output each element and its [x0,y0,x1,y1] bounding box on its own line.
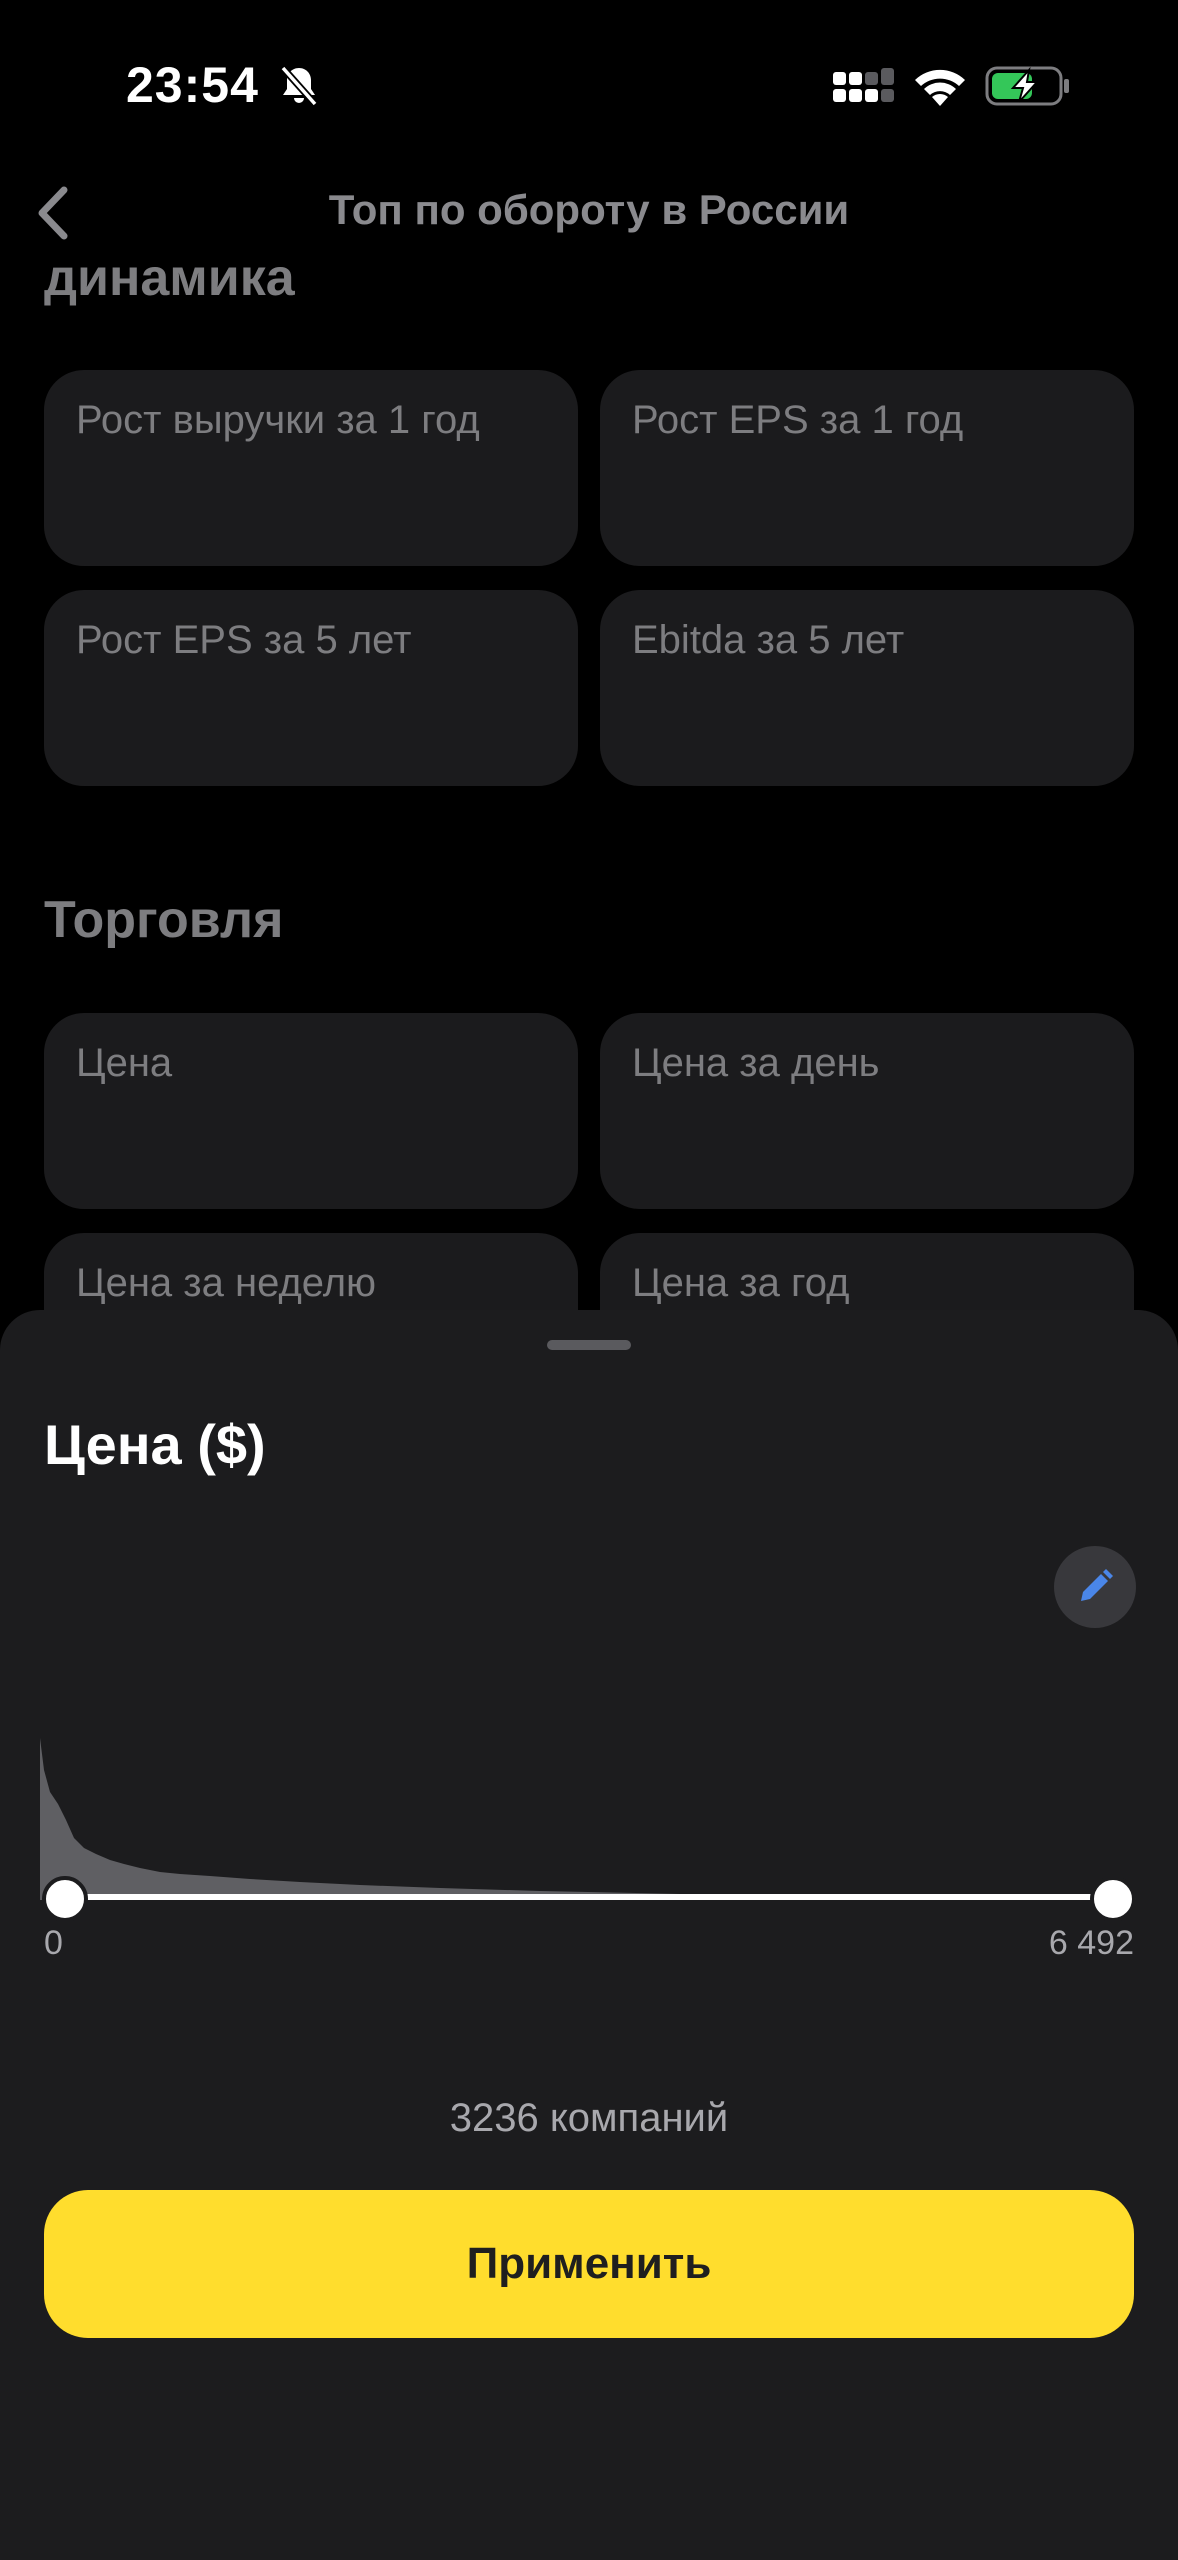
filter-card-price-day[interactable]: Цена за день [600,1013,1134,1209]
sheet-title: Цена ($) [44,1413,266,1476]
filter-card-label: Цена за год [632,1261,850,1305]
nav-bar: Топ по обороту в России [0,160,1178,260]
status-bar: 23:54 [0,0,1178,170]
price-distribution-histogram [40,1738,1136,1900]
range-min-handle[interactable] [42,1876,88,1922]
range-min-label: 0 [44,1924,63,1962]
price-filter-sheet: Цена ($) 0 6 492 3236 компаний Применить [0,1310,1178,2560]
filter-card-revenue-growth-1y[interactable]: Рост выручки за 1 год [44,370,578,566]
pencil-icon [1081,1569,1113,1601]
range-max-label: 6 492 [1048,1924,1134,1962]
section-heading-dynamics: динамика [44,249,295,307]
filter-card-label: Цена [76,1041,173,1085]
price-range-track[interactable] [64,1894,1114,1900]
range-max-handle[interactable] [1090,1876,1136,1922]
filter-card-label: Ebitda за 5 лет [632,618,905,662]
filter-card-label: Рост EPS за 1 год [632,398,964,442]
wifi-icon [915,69,965,106]
filter-card-ebitda-5y[interactable]: Ebitda за 5 лет [600,590,1134,786]
section-heading-trading: Торговля [44,891,284,949]
filter-card-label: Рост выручки за 1 год [76,398,480,442]
status-time: 23:54 [126,57,259,113]
filter-card-price[interactable]: Цена [44,1013,578,1209]
filter-card-label: Цена за день [632,1041,880,1085]
edit-range-button[interactable] [1054,1546,1136,1628]
apply-button[interactable]: Применить [44,2190,1134,2338]
page-title: Топ по обороту в России [328,186,850,233]
battery-charging-icon [985,66,1069,106]
filter-card-label: Рост EPS за 5 лет [76,618,412,662]
signal-icon [833,68,894,102]
company-count: 3236 компаний [449,2096,729,2140]
bell-slash-icon [280,65,318,107]
filter-card-eps-growth-5y[interactable]: Рост EPS за 5 лет [44,590,578,786]
filter-card-eps-growth-1y[interactable]: Рост EPS за 1 год [600,370,1134,566]
filter-card-label: Цена за неделю [76,1261,377,1305]
sheet-grabber[interactable] [547,1340,631,1350]
